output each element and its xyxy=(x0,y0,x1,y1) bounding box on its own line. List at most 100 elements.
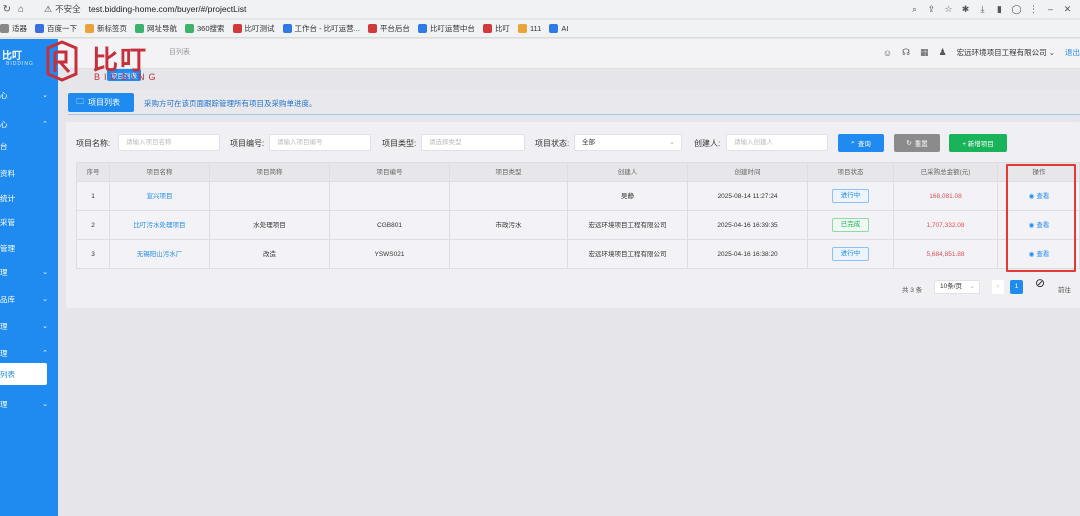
table-cell-amount: 1,707,332.08 xyxy=(894,211,998,240)
bookmark-item[interactable]: 适器 xyxy=(0,23,27,34)
chevron-icon: ⌄ xyxy=(42,323,48,330)
table-cell-name[interactable]: 无锡阳山污水厂 xyxy=(110,240,210,269)
bookmark-favicon-icon xyxy=(135,24,144,33)
bookmark-item[interactable]: 111 xyxy=(517,24,541,33)
menu-icon[interactable]: ⋮ xyxy=(1025,2,1042,16)
column-header: 创建人 xyxy=(568,163,688,183)
zoom-icon[interactable]: ⌕ xyxy=(906,2,923,16)
download-icon[interactable]: ⤓ xyxy=(974,2,991,16)
project-type-select[interactable]: 请选择类型 xyxy=(421,134,525,151)
bookmark-item[interactable]: 工作台 - 比叮运营... xyxy=(282,23,360,34)
table-row: 3 无锡阳山污水厂 改造 YSWS021 宏远环境项目工程有限公司 2025-04-16 … xyxy=(76,240,1080,269)
prev-page-button[interactable]: ‹ xyxy=(992,280,1004,294)
bookmark-item[interactable]: 新标签页 xyxy=(85,23,127,34)
table-row: 2 比叮污水处理项目 水处理项目 CGB801 市政污水 宏远环境项目工程有限公司 2025… xyxy=(76,211,1080,240)
creator-input[interactable]: 请输入创建人 xyxy=(726,134,828,151)
sidebar-item[interactable]: 资料 xyxy=(0,166,58,180)
bookmark-favicon-icon xyxy=(85,24,94,33)
star-icon[interactable]: ☆ xyxy=(940,2,957,16)
grid-icon[interactable]: ▦ xyxy=(920,47,929,58)
bookmark-item[interactable]: AI xyxy=(549,24,568,33)
sidebar-item[interactable]: 心 ⌃ xyxy=(0,117,58,131)
insecure-label: 不安全 xyxy=(55,4,81,14)
reload-icon[interactable]: ↻ xyxy=(0,4,14,15)
column-header: 项目状态 xyxy=(808,163,894,183)
bookmark-item[interactable]: 百度一下 xyxy=(35,23,77,34)
bookmark-item[interactable]: 网址导航 xyxy=(135,23,177,34)
table-cell-created: 2025-04-16 16:39:35 xyxy=(688,211,808,240)
bookmark-item[interactable]: 比叮测试 xyxy=(232,23,275,34)
bookmark-item[interactable]: 360搜索 xyxy=(185,23,225,34)
company-switcher[interactable]: 宏远环境项目工程有限公司 ⌄ xyxy=(957,47,1055,58)
breadcrumb-current: 目列表 xyxy=(169,49,190,56)
project-name-label: 项目名称: xyxy=(76,139,111,148)
title-divider xyxy=(68,114,1080,115)
sidebar-item[interactable]: 列表 xyxy=(0,363,47,385)
sidebar-item-label: 心 xyxy=(0,90,8,100)
extension-icon[interactable]: ✱ xyxy=(957,2,974,16)
bookmark-label: 比叮运营中台 xyxy=(429,24,475,33)
column-header: 已采购总金额(元) xyxy=(894,163,998,183)
bookmark-item[interactable]: 平台后台 xyxy=(367,23,410,34)
sidebar-item[interactable]: 管理 xyxy=(0,241,58,255)
search-button[interactable]: ⌕ 查询 xyxy=(838,134,884,152)
table-cell-creator: 宏远环境项目工程有限公司 xyxy=(568,240,688,269)
filter-row: 项目名称: 请输入项目名称 项目编号: 请输入项目编号 项目类型: 请选择类型 … xyxy=(76,134,1080,152)
project-code-label: 项目编号: xyxy=(230,139,265,148)
brand-mark-icon xyxy=(46,40,78,82)
bookmark-item[interactable]: 比叮 xyxy=(482,23,510,34)
bookmark-favicon-icon xyxy=(417,24,427,33)
sidebar-item[interactable]: 采管 xyxy=(0,215,58,229)
project-name-input[interactable]: 请输入项目名称 xyxy=(118,134,220,151)
sidebar-item-label: 采管 xyxy=(0,217,15,227)
bookmark-label: 360搜索 xyxy=(197,24,225,33)
sidebar-item[interactable]: 台 xyxy=(0,139,58,153)
share-icon[interactable]: ⇪ xyxy=(923,2,940,16)
add-project-button[interactable]: + 新增项目 xyxy=(949,134,1007,152)
chat-icon[interactable]: ☺ xyxy=(883,48,892,58)
table-cell-name[interactable]: 比叮污水处理项目 xyxy=(110,211,210,240)
page-size-select[interactable]: 10条/页 ⌄ xyxy=(934,280,980,294)
home-icon[interactable]: ⌂ xyxy=(14,4,28,15)
status-badge: 进行中 xyxy=(831,247,870,262)
profile-icon[interactable]: ◯ xyxy=(1008,2,1025,16)
sidebar-item[interactable]: 理 ⌄ xyxy=(0,397,58,411)
sidebar-item-label: 管理 xyxy=(0,243,15,253)
project-code-input[interactable]: 请输入项目编号 xyxy=(269,134,371,151)
logout-link[interactable]: 退出 xyxy=(1065,47,1080,58)
headset-icon[interactable]: ☊ xyxy=(902,47,910,58)
sidebar-logo-text: 比叮 xyxy=(2,51,22,62)
project-status-select[interactable]: 全部 ⌄ xyxy=(574,134,682,151)
pagination: 共 3 条 10条/页 ⌄ ‹ 1 ⊘ 前往 xyxy=(902,276,1080,296)
table-cell-type: 市政污水 xyxy=(450,211,568,240)
reset-button[interactable]: ↻ 重置 xyxy=(894,134,940,152)
table-cell-status: 进行中 xyxy=(808,182,894,211)
table-cell-name[interactable]: 宣兴项目 xyxy=(110,182,210,211)
sidebar: 比叮 BIDDING 心 ⌄ 心 ⌃ 台资料 统计 采管 管理理 ⌄ 品库 ⌄ 理 ⌄ 理 ⌃ 列表理 ⌄ xyxy=(0,39,58,516)
bookmark-label: 比叮 xyxy=(494,24,510,33)
project-status-label: 项目状态: xyxy=(535,139,570,148)
sidebar-item[interactable]: 理 ⌄ xyxy=(0,319,58,333)
bookmark-label: 平台后台 xyxy=(379,24,410,33)
chevron-icon: ⌄ xyxy=(42,296,48,303)
page-number[interactable]: 1 xyxy=(1010,280,1023,294)
bookmark-item[interactable]: 比叮运营中台 xyxy=(417,23,475,34)
chevron-icon: ⌄ xyxy=(42,401,48,408)
sidebar-toggle-icon[interactable]: ▮ xyxy=(991,2,1008,16)
creator-label: 创建人: xyxy=(694,139,721,148)
sidebar-item[interactable]: 理 ⌄ xyxy=(0,265,58,279)
brand-name-en: BIDDING xyxy=(94,72,160,82)
page-description: 采购方可在该页面跟踪管理所有项目及采购单进度。 xyxy=(144,99,317,108)
sidebar-item[interactable]: 品库 ⌄ xyxy=(0,292,58,306)
table-cell-amount: 5,684,851.88 xyxy=(894,240,998,269)
sidebar-item[interactable]: 理 ⌃ xyxy=(0,346,58,360)
bookmark-favicon-icon xyxy=(367,24,377,33)
brand-logo: 比叮 BIDDING xyxy=(44,38,164,88)
sidebar-item[interactable]: 统计 xyxy=(0,191,58,205)
sidebar-item[interactable]: 心 ⌄ xyxy=(0,88,58,102)
table-row: 1 宣兴项目 吴静 2025-08-14 11:27:24 进行中 168,081.08 ◉… xyxy=(76,182,1080,211)
url-text[interactable]: test.bidding-home.com/buyer/#/projectLis… xyxy=(89,4,247,14)
minimize-icon[interactable]: – xyxy=(1042,2,1059,16)
close-icon[interactable]: ✕ xyxy=(1059,2,1076,16)
header-actions: ☺ ☊ ▦ ♟ 宏远环境项目工程有限公司 ⌄ 退出 xyxy=(883,47,1080,58)
